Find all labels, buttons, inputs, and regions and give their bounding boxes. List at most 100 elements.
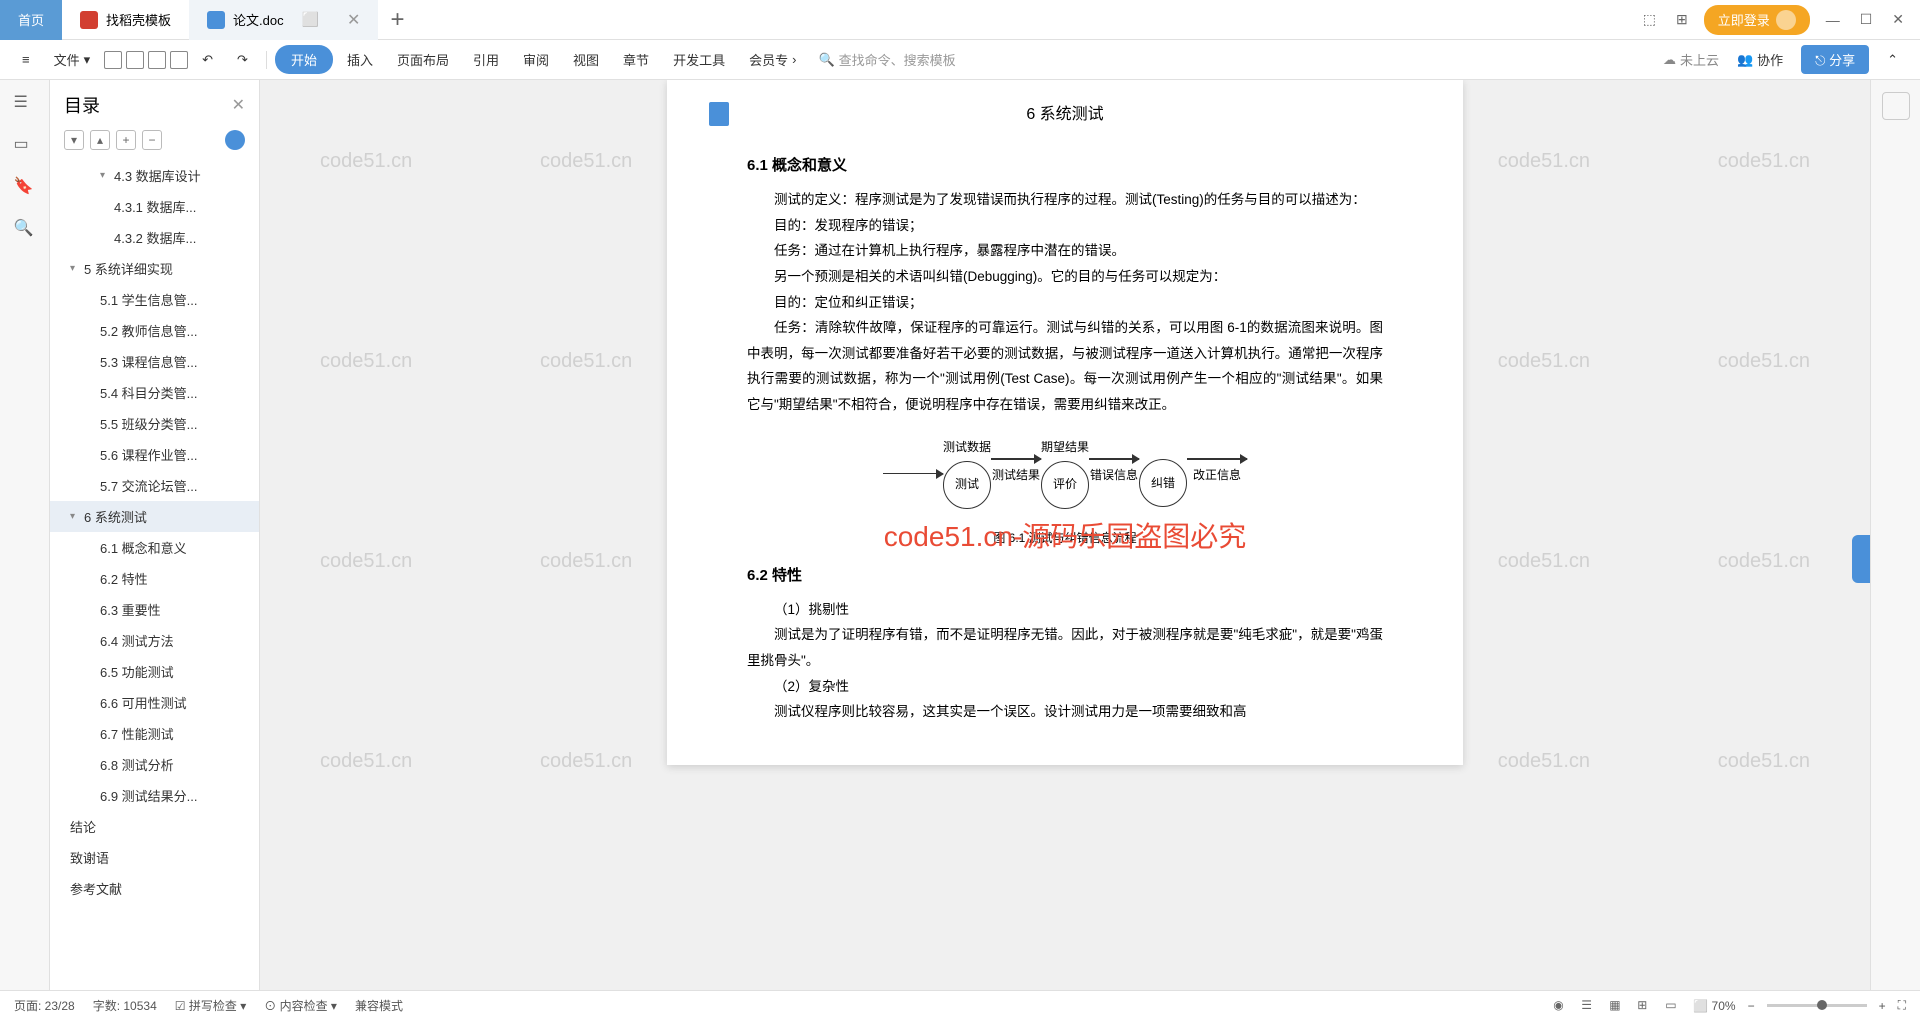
apps-icon[interactable]: ⊞: [1672, 7, 1692, 32]
collapse-ribbon-icon[interactable]: ⌃: [1877, 46, 1908, 74]
side-drawer-tab[interactable]: [1852, 535, 1870, 583]
outline-item[interactable]: ▾6 系统测试: [50, 501, 259, 532]
outline-item[interactable]: 6.4 测试方法: [50, 625, 259, 656]
zoom-in-icon[interactable]: +: [1879, 999, 1886, 1013]
page-indicator[interactable]: 页面: 23/28: [14, 997, 75, 1014]
menu-ref[interactable]: 引用: [463, 44, 509, 75]
new-tab-button[interactable]: +: [378, 6, 416, 34]
tab-maximize-icon[interactable]: ⬜: [302, 11, 319, 28]
outline-item[interactable]: 致谢语: [50, 842, 259, 873]
zoom-out-icon[interactable]: −: [1748, 999, 1755, 1013]
zoom-level[interactable]: ⬜ 70%: [1693, 999, 1735, 1013]
command-search[interactable]: 🔍 查找命令、搜索模板: [810, 46, 963, 73]
view-mode-4-icon[interactable]: ⊞: [1637, 998, 1653, 1014]
menu-dev[interactable]: 开发工具: [663, 44, 735, 75]
menu-review[interactable]: 审阅: [513, 44, 559, 75]
outline-item[interactable]: 6.8 测试分析: [50, 749, 259, 780]
bookmark-icon[interactable]: 🔖: [14, 176, 36, 198]
tab-templates[interactable]: 找稻壳模板: [62, 0, 189, 40]
search-icon[interactable]: 🔍: [14, 218, 36, 240]
outline-icon[interactable]: ☰: [14, 92, 36, 114]
outline-item[interactable]: 5.2 教师信息管...: [50, 315, 259, 346]
outline-item[interactable]: 6.9 测试结果分...: [50, 780, 259, 811]
redo-icon[interactable]: ↷: [227, 46, 258, 74]
fullscreen-icon[interactable]: ⛶: [1898, 998, 1906, 1013]
paragraph[interactable]: 测试仪程序则比较容易，这其实是一个误区。设计测试用力是一项需要细致和高: [747, 699, 1383, 725]
tab-close-icon[interactable]: ✕: [347, 10, 360, 30]
minimize-icon[interactable]: —: [1822, 8, 1844, 32]
paragraph[interactable]: 目的：发现程序的错误；: [747, 213, 1383, 239]
outline-item[interactable]: 5.7 交流论坛管...: [50, 470, 259, 501]
zoom-slider[interactable]: [1767, 1004, 1867, 1007]
outline-item[interactable]: 5.4 科目分类管...: [50, 377, 259, 408]
menu-file[interactable]: 文件 ▾: [44, 44, 101, 75]
outline-item[interactable]: 6.6 可用性测试: [50, 687, 259, 718]
outline-item[interactable]: ▾4.3 数据库设计: [50, 160, 259, 191]
page-tag-icon[interactable]: [709, 102, 729, 126]
outline-item[interactable]: 参考文献: [50, 873, 259, 904]
sidebar-close-icon[interactable]: ✕: [232, 95, 245, 115]
heading-1[interactable]: 6 系统测试: [747, 100, 1383, 124]
login-button[interactable]: 立即登录: [1704, 5, 1810, 35]
outline-item[interactable]: 4.3.1 数据库...: [50, 191, 259, 222]
page-icon[interactable]: ▭: [14, 134, 36, 156]
outline-item[interactable]: 5.6 课程作业管...: [50, 439, 259, 470]
outline-item[interactable]: ▾5 系统详细实现: [50, 253, 259, 284]
view-mode-2-icon[interactable]: ☰: [1581, 998, 1597, 1014]
view-mode-3-icon[interactable]: ▦: [1609, 998, 1625, 1014]
save-as-icon[interactable]: [126, 51, 144, 69]
tab-document[interactable]: 论文.doc⬜✕: [189, 0, 378, 40]
compat-mode[interactable]: 兼容模式: [355, 997, 403, 1014]
menu-member[interactable]: 会员专 ›: [739, 44, 806, 75]
layout-icon[interactable]: ⬚: [1639, 7, 1660, 32]
outline-item[interactable]: 5.5 班级分类管...: [50, 408, 259, 439]
outline-item[interactable]: 结论: [50, 811, 259, 842]
paragraph[interactable]: 测试是为了证明程序有错，而不是证明程序无错。因此，对于被测程序就是要"纯毛求疵"…: [747, 622, 1383, 673]
preview-icon[interactable]: [170, 51, 188, 69]
collab-button[interactable]: 👥 协作: [1727, 44, 1793, 75]
add-level-icon[interactable]: +: [116, 130, 136, 150]
outline-item[interactable]: 4.3.2 数据库...: [50, 222, 259, 253]
view-mode-5-icon[interactable]: ▭: [1665, 998, 1681, 1014]
print-icon[interactable]: [148, 51, 166, 69]
collapse-all-icon[interactable]: ▾: [64, 130, 84, 150]
menu-layout[interactable]: 页面布局: [387, 44, 459, 75]
document-canvas[interactable]: code51.cn code51.cn code51.cn code51.cn …: [260, 80, 1870, 990]
paragraph[interactable]: 任务：通过在计算机上执行程序，暴露程序中潜在的错误。: [747, 238, 1383, 264]
panel-toggle-icon[interactable]: [1882, 92, 1910, 120]
tab-home[interactable]: 首页: [0, 0, 62, 40]
paragraph[interactable]: 另一个预测是相关的术语叫纠错(Debugging)。它的目的与任务可以规定为：: [747, 264, 1383, 290]
close-icon[interactable]: ✕: [1888, 7, 1908, 32]
heading-2[interactable]: 6.2 特性: [747, 564, 1383, 585]
outline-item[interactable]: 6.1 概念和意义: [50, 532, 259, 563]
heading-2[interactable]: 6.1 概念和意义: [747, 154, 1383, 175]
paragraph[interactable]: （1）挑剔性: [747, 597, 1383, 623]
document-page[interactable]: 6 系统测试 6.1 概念和意义 测试的定义：程序测试是为了发现错误而执行程序的…: [667, 80, 1463, 765]
outline-item[interactable]: 6.2 特性: [50, 563, 259, 594]
outline-item[interactable]: 5.3 课程信息管...: [50, 346, 259, 377]
paragraph[interactable]: 任务：清除软件故障，保证程序的可靠运行。测试与纠错的关系，可以用图 6-1的数据…: [747, 315, 1383, 418]
menu-start[interactable]: 开始: [275, 45, 333, 74]
outline-item[interactable]: 6.3 重要性: [50, 594, 259, 625]
outline-item[interactable]: 6.7 性能测试: [50, 718, 259, 749]
word-count[interactable]: 字数: 10534: [93, 997, 157, 1014]
paragraph[interactable]: 测试的定义：程序测试是为了发现错误而执行程序的过程。测试(Testing)的任务…: [747, 187, 1383, 213]
menu-insert[interactable]: 插入: [337, 44, 383, 75]
view-mode-1-icon[interactable]: ◉: [1553, 998, 1569, 1014]
cloud-status[interactable]: ☁ 未上云: [1663, 50, 1719, 69]
menu-view[interactable]: 视图: [563, 44, 609, 75]
maximize-icon[interactable]: ☐: [1856, 7, 1877, 32]
sync-badge-icon[interactable]: [225, 130, 245, 150]
share-button[interactable]: ⎋ 分享: [1801, 45, 1869, 74]
paragraph[interactable]: 目的：定位和纠正错误；: [747, 290, 1383, 316]
save-icon[interactable]: [104, 51, 122, 69]
paragraph[interactable]: （2）复杂性: [747, 674, 1383, 700]
outline-item[interactable]: 5.1 学生信息管...: [50, 284, 259, 315]
content-check[interactable]: ⊙ 内容检查 ▾: [264, 997, 337, 1014]
remove-level-icon[interactable]: −: [142, 130, 162, 150]
figure-caption[interactable]: 图 6.1 测试与纠错信息流程: [747, 529, 1383, 546]
undo-icon[interactable]: ↶: [192, 46, 223, 74]
menu-chapter[interactable]: 章节: [613, 44, 659, 75]
spell-check[interactable]: ☑ 拼写检查 ▾: [175, 997, 246, 1014]
menu-hamburger[interactable]: ≡: [12, 46, 40, 73]
